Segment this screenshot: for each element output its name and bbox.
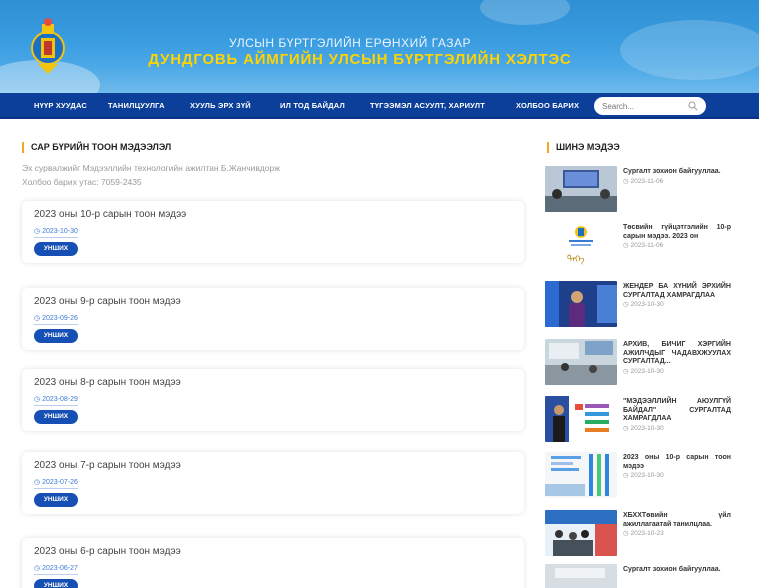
news-title[interactable]: "МЭДЭЭЛЛИЙН АЮУЛГҮЙ БАЙДАЛ" СУРГАЛТАД ХА… (623, 398, 731, 433)
read-more-button[interactable]: УНШИХ (34, 242, 78, 256)
latest-news-heading: ШИНЭ МЭДЭЭ (547, 142, 620, 153)
stats-card: 2023 оны 7-р сарын тоон мэдээ ◷ 2023-07-… (22, 452, 524, 514)
news-thumbnail[interactable] (545, 452, 617, 498)
search-input[interactable] (602, 100, 682, 112)
news-title[interactable]: ЖЕНДЕР БА ХҮНИЙ ЭРХИЙН СУРГАЛТАД ХАМРАГД… (623, 283, 731, 310)
stats-card-title[interactable]: 2023 оны 6-р сарын тоон мэдээ (34, 546, 181, 557)
news-title[interactable]: Сургалт зохион байгууллаа. (623, 566, 731, 575)
news-date: ◷ 2023-11-06 (623, 177, 664, 185)
news-date: ◷ 2023-10-30 (623, 472, 664, 479)
news-title[interactable]: Төсвийн гүйцэтгэлийн 10-р сарын мэдээ. 2… (623, 224, 731, 251)
stats-card-date: ◷ 2023-09-26 (34, 314, 78, 325)
read-more-button[interactable]: УНШИХ (34, 579, 78, 588)
news-date: ◷ 2023-11-06 (623, 242, 664, 249)
news-item[interactable]: ᠲᠡᠭᠡ Төсвийн гүйцэтгэлийн 10-р сарын мэд… (545, 222, 735, 272)
cloud-decoration (620, 20, 759, 80)
nav-item-home[interactable]: НҮҮР ХУУДАС (34, 101, 87, 110)
news-title[interactable]: Сургалт зохион байгууллаа. ◷ 2023-11-06 (623, 168, 731, 186)
news-item[interactable]: АРХИВ, БИЧИГ ХЭРГИЙН АЖИЛЧДЫГ ЧАДАВХЖУУЛ… (545, 339, 735, 389)
header-org-name: УЛСЫН БҮРТГЭЛИЙН ЕРӨНХИЙ ГАЗАР (229, 36, 471, 50)
contact-phone-note: Холбоо барих утас: 7059-2435 (22, 177, 142, 187)
news-thumbnail[interactable] (545, 166, 617, 212)
news-item[interactable]: Сургалт зохион байгууллаа. ◷ 2023-11-06 (545, 166, 735, 216)
svg-text:ᠲᠡᠭᠡ: ᠲᠡᠭᠡ (567, 255, 585, 265)
news-title[interactable]: АРХИВ, БИЧИГ ХЭРГИЙН АЖИЛЧДЫГ ЧАДАВХЖУУЛ… (623, 341, 731, 376)
stats-card-title[interactable]: 2023 оны 9-р сарын тоон мэдээ (34, 296, 181, 307)
source-note: Эх сурвалжийг Мэдээллийн технологийн ажи… (22, 163, 280, 173)
read-more-button[interactable]: УНШИХ (34, 493, 78, 507)
stats-card-title[interactable]: 2023 оны 7-р сарын тоон мэдээ (34, 460, 181, 471)
news-thumbnail[interactable] (545, 281, 617, 327)
read-more-button[interactable]: УНШИХ (34, 410, 78, 424)
news-thumbnail[interactable] (545, 510, 617, 556)
stats-card: 2023 оны 9-р сарын тоон мэдээ ◷ 2023-09-… (22, 288, 524, 350)
search-icon[interactable] (688, 101, 698, 111)
stats-card-date: ◷ 2023-08-29 (34, 395, 78, 406)
cloud-decoration (480, 0, 570, 25)
news-title[interactable]: ХБХХТөвийн үйл ажиллагаатай танилцлаа. ◷… (623, 512, 731, 539)
stats-card: 2023 оны 10-р сарын тоон мэдээ ◷ 2023-10… (22, 201, 524, 263)
stats-card-date: ◷ 2023-07-26 (34, 478, 78, 489)
nav-item-about[interactable]: ТАНИЛЦУУЛГА (108, 101, 165, 110)
stats-card-date: ◷ 2023-10-30 (34, 227, 78, 238)
news-date: ◷ 2023-10-30 (623, 301, 664, 308)
news-item[interactable]: 2023 оны 10-р сарын тоон мэдээ ◷ 2023-10… (545, 452, 735, 502)
news-item[interactable]: ЖЕНДЕР БА ХҮНИЙ ЭРХИЙН СУРГАЛТАД ХАМРАГД… (545, 281, 735, 331)
nav-item-contact[interactable]: ХОЛБОО БАРИХ (516, 101, 579, 110)
search-box[interactable] (594, 97, 706, 115)
nav-item-law[interactable]: ХУУЛЬ ЭРХ ЗҮЙ (190, 101, 251, 110)
nav-item-transparency[interactable]: ИЛ ТОД БАЙДАЛ (280, 101, 345, 110)
read-more-button[interactable]: УНШИХ (34, 329, 78, 343)
monthly-stats-heading: САР БҮРИЙН ТООН МЭДЭЭЛЭЛ (22, 142, 171, 153)
news-title[interactable]: 2023 оны 10-р сарын тоон мэдээ ◷ 2023-10… (623, 454, 731, 481)
news-date: ◷ 2023-10-30 (623, 424, 664, 432)
news-date: ◷ 2023-10-30 (623, 367, 664, 375)
news-thumbnail[interactable]: ᠲᠡᠭᠡ (545, 222, 617, 268)
stats-card: 2023 оны 8-р сарын тоон мэдээ ◷ 2023-08-… (22, 369, 524, 431)
news-date: ◷ 2023-10-23 (623, 530, 664, 537)
header-department-name: ДУНДГОВЬ АЙМГИЙН УЛСЫН БҮРТГЭЛИЙН ХЭЛТЭС (148, 51, 572, 68)
stats-card-title[interactable]: 2023 оны 10-р сарын тоон мэдээ (34, 209, 186, 220)
news-thumbnail[interactable] (545, 339, 617, 385)
nav-item-faq[interactable]: ТҮГЭЭМЭЛ АСУУЛТ, ХАРИУЛТ (370, 101, 485, 110)
news-item[interactable]: Сургалт зохион байгууллаа. (545, 564, 735, 588)
main-navigation: НҮҮР ХУУДАС ТАНИЛЦУУЛГА ХУУЛЬ ЭРХ ЗҮЙ ИЛ… (0, 93, 759, 119)
news-thumbnail[interactable] (545, 564, 617, 588)
stats-card-title[interactable]: 2023 оны 8-р сарын тоон мэдээ (34, 377, 181, 388)
stats-card: 2023 оны 6-р сарын тоон мэдээ ◷ 2023-06-… (22, 538, 524, 588)
news-item[interactable]: ХБХХТөвийн үйл ажиллагаатай танилцлаа. ◷… (545, 510, 735, 560)
stats-card-date: ◷ 2023-06-27 (34, 564, 78, 575)
news-item[interactable]: "МЭДЭЭЛЛИЙН АЮУЛГҮЙ БАЙДАЛ" СУРГАЛТАД ХА… (545, 396, 735, 446)
news-thumbnail[interactable] (545, 396, 617, 442)
site-header: УЛСЫН БҮРТГЭЛИЙН ЕРӨНХИЙ ГАЗАР ДУНДГОВЬ … (0, 0, 759, 93)
